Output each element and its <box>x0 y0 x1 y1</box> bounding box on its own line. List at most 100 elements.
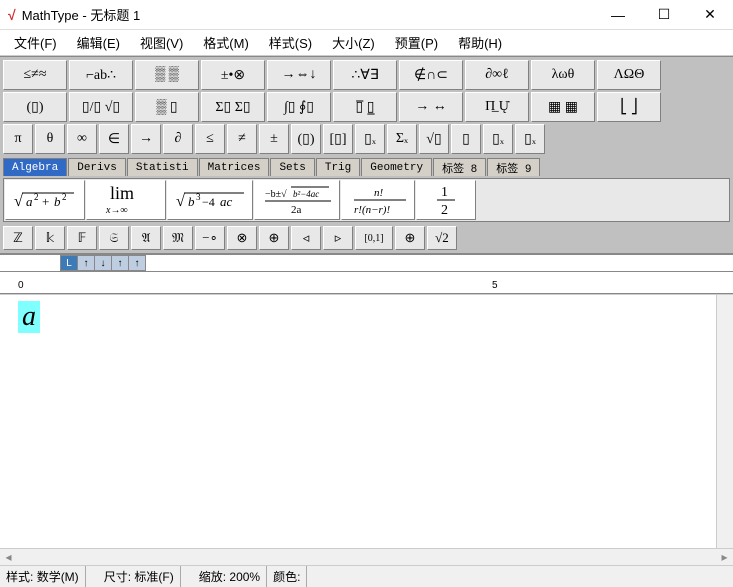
tpl-discriminant[interactable]: √b3−4ac <box>167 180 253 220</box>
tpl-sqrt[interactable]: √▯ <box>419 124 449 154</box>
editor-content[interactable]: a <box>18 301 40 333</box>
sym-k[interactable]: 𝕜 <box>35 226 65 250</box>
tpl-limit[interactable]: limx→∞ <box>86 180 166 220</box>
sym-interval[interactable]: [0,1] <box>355 226 393 250</box>
tab-9[interactable]: 标签 9 <box>487 158 540 176</box>
palette-matrix[interactable]: ▦ ▦ <box>531 92 595 122</box>
status-bar: 样式: 数学(M) 尺寸: 标准(F) 缩放: 200% 颜色: <box>0 565 733 587</box>
palette-misc[interactable]: ∂∞ℓ <box>465 60 529 90</box>
tab-matrices[interactable]: Matrices <box>199 158 270 176</box>
indent-center[interactable]: ↑ <box>77 255 95 271</box>
sym-A[interactable]: 𝔄 <box>131 226 161 250</box>
tab-8[interactable]: 标签 8 <box>433 158 486 176</box>
tab-algebra[interactable]: Algebra <box>3 158 67 176</box>
menu-size[interactable]: 大小(Z) <box>322 30 385 55</box>
menu-edit[interactable]: 编辑(E) <box>67 30 130 55</box>
menu-preset[interactable]: 预置(P) <box>385 30 448 55</box>
svg-text:b: b <box>188 194 195 209</box>
sym-oplus[interactable]: ⊕ <box>259 226 289 250</box>
ruler[interactable]: 0 5 <box>0 272 733 294</box>
tab-sets[interactable]: Sets <box>270 158 314 176</box>
menu-file[interactable]: 文件(F) <box>4 30 67 55</box>
palette-templates-misc[interactable]: ⎣ ⎦ <box>597 92 661 122</box>
tpl-pythag[interactable]: √a2+b2 <box>5 180 85 220</box>
sym-otimes[interactable]: ⊗ <box>227 226 257 250</box>
svg-text:2: 2 <box>34 192 39 202</box>
tpl-bracket[interactable]: [▯] <box>323 124 353 154</box>
tpl-sub[interactable]: ▯ₓ <box>355 124 385 154</box>
palette-subsup[interactable]: ▒ ▯ <box>135 92 199 122</box>
status-zoom[interactable]: 缩放: 200% <box>193 566 267 587</box>
tpl-sub3[interactable]: ▯ₓ <box>515 124 545 154</box>
menu-help[interactable]: 帮助(H) <box>448 30 512 55</box>
menu-style[interactable]: 样式(S) <box>259 30 322 55</box>
palette-products[interactable]: Π̲ Ų̇ <box>465 92 529 122</box>
indent-left[interactable]: L <box>60 255 78 271</box>
sym-M[interactable]: 𝔐 <box>163 226 193 250</box>
sym-tri-left[interactable]: ◃ <box>291 226 321 250</box>
tpl-paren[interactable]: (▯) <box>291 124 321 154</box>
menu-format[interactable]: 格式(M) <box>193 30 259 55</box>
palette-embellish[interactable]: ▒ ▒ <box>135 60 199 90</box>
palette-spaces[interactable]: ⌐ab∴ <box>69 60 133 90</box>
sym-minus-circ[interactable]: −∘ <box>195 226 225 250</box>
scroll-right-icon[interactable]: ▸ <box>716 549 733 565</box>
palette-arrows[interactable]: →⇔↓ <box>267 60 331 90</box>
indent-dec[interactable]: ↑ <box>111 255 129 271</box>
maximize-button[interactable]: ☐ <box>641 0 687 30</box>
tab-derivs[interactable]: Derivs <box>68 158 126 176</box>
sym-pi[interactable]: π <box>3 124 33 154</box>
tpl-half[interactable]: 12 <box>416 180 476 220</box>
status-color[interactable]: 颜色: <box>267 566 307 587</box>
sym-infinity[interactable]: ∞ <box>67 124 97 154</box>
sym-S[interactable]: 𝔖 <box>99 226 129 250</box>
small-symbol-row: ℤ 𝕜 𝔽 𝔖 𝔄 𝔐 −∘ ⊗ ⊕ ◃ ▹ [0,1] ⊕ √2 <box>3 226 730 250</box>
palette-greek-lower[interactable]: λωθ <box>531 60 595 90</box>
tab-statisti[interactable]: Statisti <box>127 158 198 176</box>
sym-le[interactable]: ≤ <box>195 124 225 154</box>
palette-integral[interactable]: ∫▯ ∮▯ <box>267 92 331 122</box>
sym-partial[interactable]: ∂ <box>163 124 193 154</box>
menu-view[interactable]: 视图(V) <box>130 30 193 55</box>
palette-relational[interactable]: ≤≠≈ <box>3 60 67 90</box>
sym-tri-right[interactable]: ▹ <box>323 226 353 250</box>
palette-operators[interactable]: ±•⊗ <box>201 60 265 90</box>
palette-labeled-arrows[interactable]: → ↔ <box>399 92 463 122</box>
palette-fences[interactable]: (▯) <box>3 92 67 122</box>
sym-theta[interactable]: θ <box>35 124 65 154</box>
sym-ne[interactable]: ≠ <box>227 124 257 154</box>
sym-sqrt2[interactable]: √2 <box>427 226 457 250</box>
palette-set[interactable]: ∉∩⊂ <box>399 60 463 90</box>
horizontal-scrollbar[interactable]: ◂ ▸ <box>0 548 733 565</box>
status-size[interactable]: 尺寸: 标准(F) <box>98 566 181 587</box>
sym-F[interactable]: 𝔽 <box>67 226 97 250</box>
sym-arrow[interactable]: → <box>131 124 161 154</box>
tab-geometry[interactable]: Geometry <box>361 158 432 176</box>
tpl-box[interactable]: ▯ <box>451 124 481 154</box>
sym-pm[interactable]: ± <box>259 124 289 154</box>
svg-text:r!(n−r)!: r!(n−r)! <box>354 204 390 216</box>
indent-inc[interactable]: ↑ <box>128 255 146 271</box>
tab-trig[interactable]: Trig <box>316 158 360 176</box>
sym-oplus2[interactable]: ⊕ <box>395 226 425 250</box>
tpl-sub2[interactable]: ▯ₓ <box>483 124 513 154</box>
tpl-binomial[interactable]: n!r!(n−r)! <box>341 180 415 220</box>
palette-logical[interactable]: ∴∀∃ <box>333 60 397 90</box>
sym-element[interactable]: ∈ <box>99 124 129 154</box>
tpl-sum-sub[interactable]: Σₓ <box>387 124 417 154</box>
status-style[interactable]: 样式: 数学(M) <box>0 566 86 587</box>
palette-greek-upper[interactable]: ΛΩΘ <box>597 60 661 90</box>
sym-Z[interactable]: ℤ <box>3 226 33 250</box>
tpl-quadratic[interactable]: −b±√b²−4ac2a <box>254 180 340 220</box>
svg-text:x→∞: x→∞ <box>105 205 128 216</box>
equation-editor[interactable]: a <box>0 294 733 548</box>
indent-right[interactable]: ↓ <box>94 255 112 271</box>
minimize-button[interactable]: — <box>595 0 641 30</box>
palette-overbar[interactable]: ▯̅ ▯̲ <box>333 92 397 122</box>
svg-text:2: 2 <box>62 192 67 202</box>
close-button[interactable]: ✕ <box>687 0 733 30</box>
vertical-scrollbar[interactable] <box>716 295 733 548</box>
palette-sum[interactable]: Σ▯ Σ▯ <box>201 92 265 122</box>
scroll-left-icon[interactable]: ◂ <box>0 549 17 565</box>
palette-frac-radical[interactable]: ▯/▯ √▯ <box>69 92 133 122</box>
